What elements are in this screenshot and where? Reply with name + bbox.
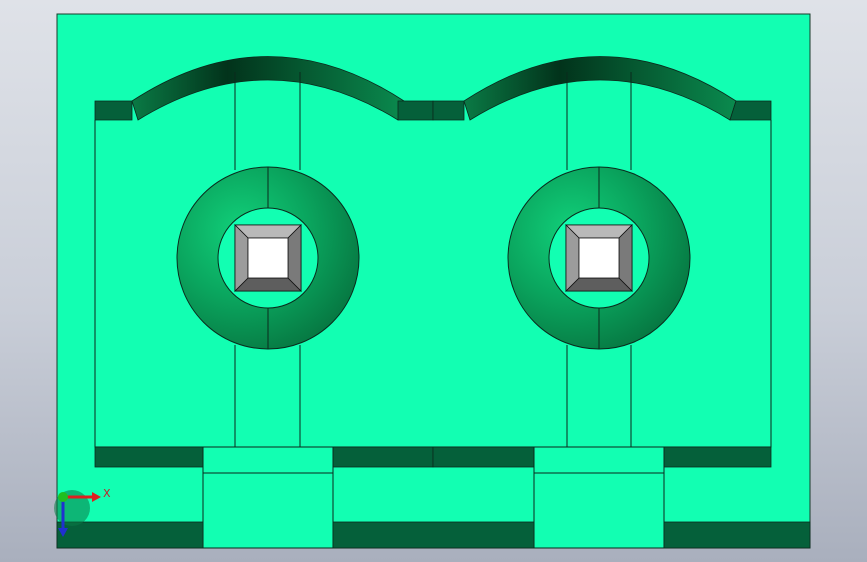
square-hole-right bbox=[565, 224, 633, 292]
square-hole-left bbox=[234, 224, 302, 292]
triad-x-label: X bbox=[103, 487, 111, 500]
base-strip bbox=[56, 521, 811, 549]
screw-ring-left[interactable] bbox=[176, 166, 360, 350]
bottom-tab-left bbox=[202, 446, 334, 549]
bottom-ledge bbox=[94, 446, 772, 468]
cad-viewport[interactable]: X bbox=[0, 0, 867, 562]
screw-ring-right[interactable] bbox=[507, 166, 691, 350]
terminal-block-model[interactable] bbox=[56, 13, 811, 549]
bottom-tab-right bbox=[533, 446, 665, 549]
triad-origin-icon bbox=[58, 492, 68, 502]
